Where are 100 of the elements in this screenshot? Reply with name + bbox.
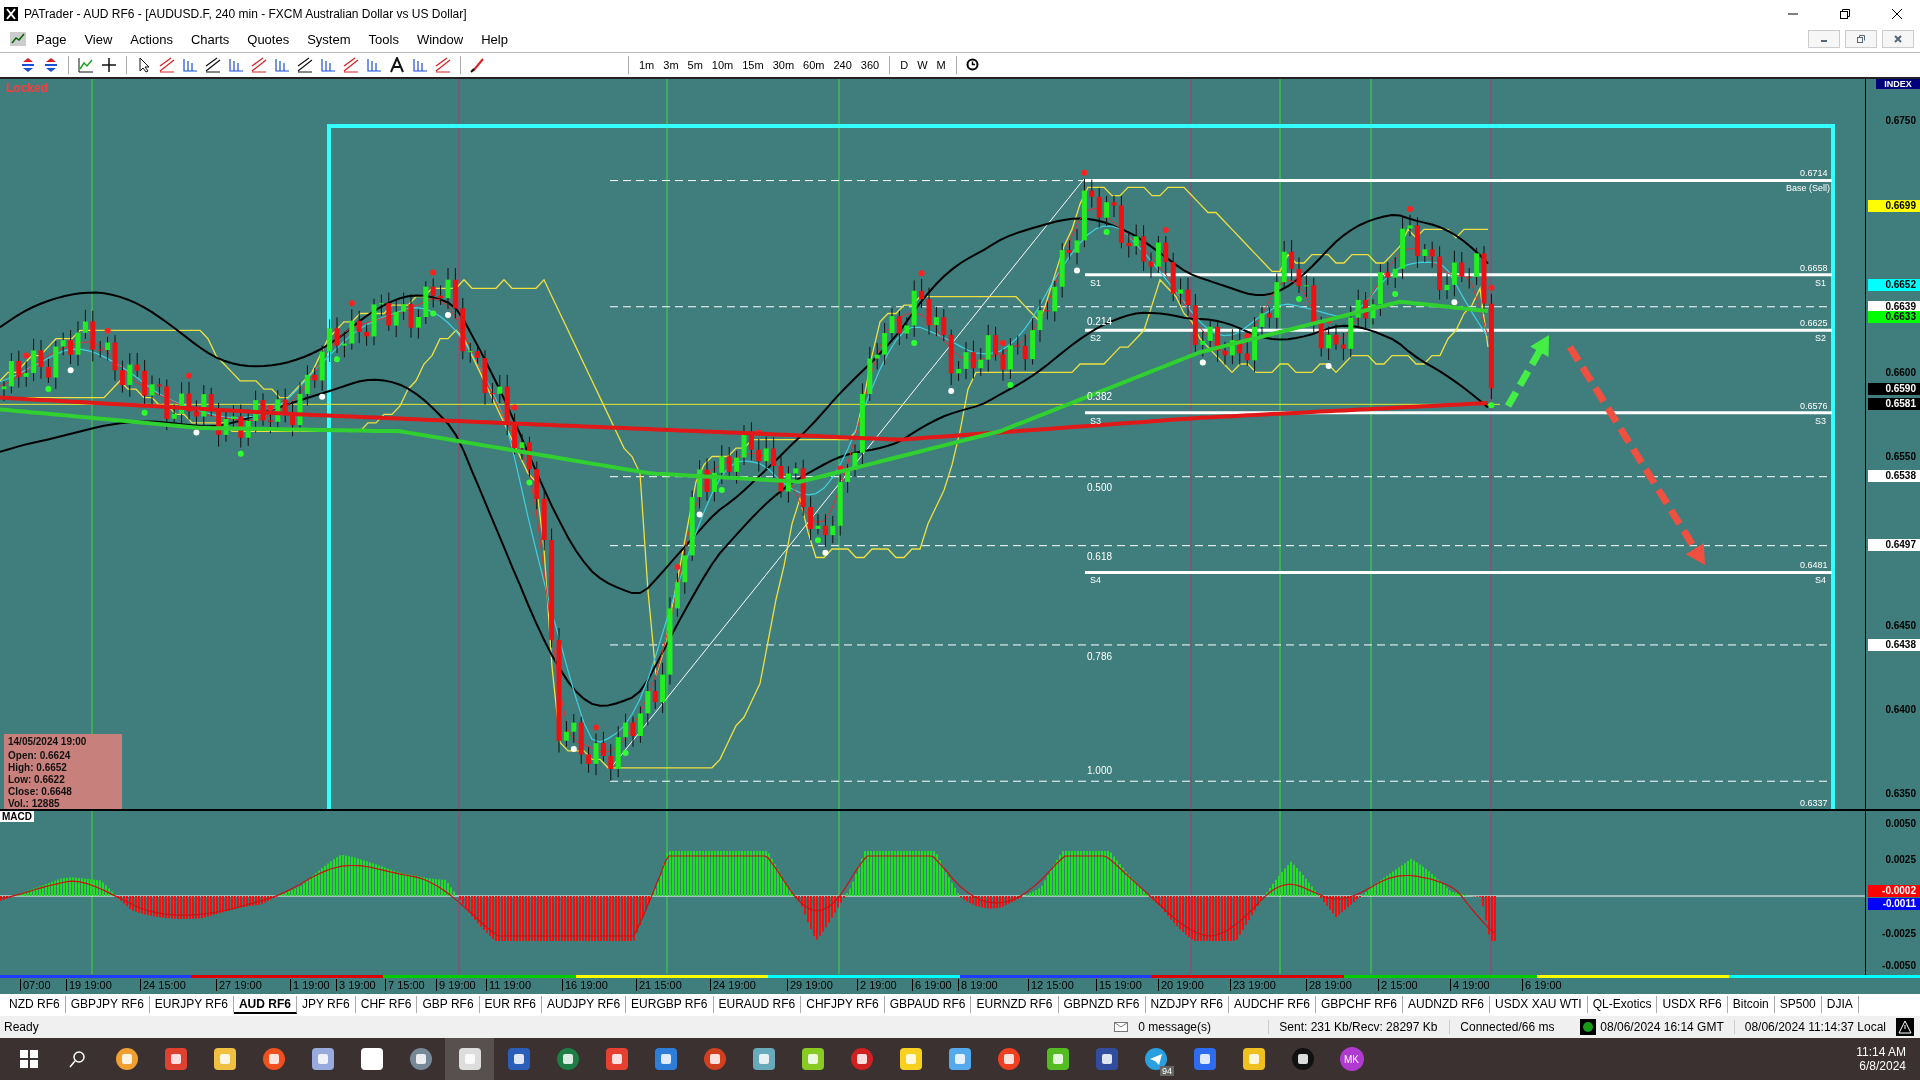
restore-icon xyxy=(1857,35,1865,44)
level-label: 0.6658 xyxy=(1800,262,1828,273)
taskbar-app[interactable] xyxy=(445,1038,494,1080)
macd-tag: -0.0002 xyxy=(1868,885,1920,898)
time-label: 20 19:00 xyxy=(1158,979,1204,992)
time-label: 19 19:00 xyxy=(66,979,112,992)
symbol-tab[interactable]: EUR RF6 xyxy=(479,996,542,1015)
timeframe-button[interactable]: 1m xyxy=(636,57,658,72)
price-tick: 0.6550 xyxy=(1885,450,1916,462)
timeframe-button[interactable]: 360 xyxy=(857,57,883,72)
crosshair-icon xyxy=(101,56,117,73)
symbol-tab[interactable]: QL-Exotics xyxy=(1587,996,1658,1015)
close-button[interactable] xyxy=(1882,30,1914,49)
clock-button[interactable] xyxy=(963,57,981,73)
symbol-tab[interactable]: SP500 xyxy=(1774,996,1822,1015)
symbol-tab[interactable]: CHFJPY RF6 xyxy=(801,996,885,1015)
time-label: 27 19:00 xyxy=(216,979,262,992)
symbol-tab[interactable]: USDX XAU WTI xyxy=(1490,996,1588,1015)
price-tick: 0.6600 xyxy=(1885,366,1916,378)
status-text: Ready xyxy=(3,1020,40,1035)
windows-icon xyxy=(19,1050,38,1068)
traffic-stats: Sent: 231 Kb/Recv: 28297 Kb xyxy=(1268,1020,1450,1035)
symbol-tab[interactable]: EURJPY RF6 xyxy=(149,996,234,1015)
menu-item[interactable]: Page xyxy=(28,29,75,49)
symbol-tab[interactable]: GBPCHF RF6 xyxy=(1316,996,1403,1015)
symbol-tab[interactable]: USDX RF6 xyxy=(1657,996,1728,1015)
trend-line-tool-button[interactable] xyxy=(203,55,223,74)
period-button[interactable]: M xyxy=(933,57,949,72)
taskbar-app[interactable]: 94 xyxy=(1131,1038,1180,1080)
symbol-tab[interactable]: GBP RF6 xyxy=(417,996,480,1015)
text-tool-button[interactable] xyxy=(387,55,407,74)
pointer-icon xyxy=(136,56,152,73)
symbol-tab[interactable]: AUDNZD RF6 xyxy=(1403,996,1491,1015)
time-label: 2 19:00 xyxy=(857,979,897,992)
symbol-tab[interactable]: EURGBP RF6 xyxy=(626,996,714,1015)
symbol-tab[interactable]: JPY RF6 xyxy=(296,996,356,1015)
fib-level-label: 1.000 xyxy=(1087,764,1113,776)
menu-item[interactable]: Tools xyxy=(360,29,407,49)
timeframe-button[interactable]: 60m xyxy=(800,57,828,72)
price-tick: 0.6750 xyxy=(1885,114,1916,126)
symbol-tab[interactable]: DJIA xyxy=(1821,996,1859,1015)
timeframe-button[interactable]: 3m xyxy=(660,57,682,72)
chart-tool-button[interactable] xyxy=(76,55,96,74)
info-line: Low: 0.6622 xyxy=(8,773,66,786)
fib-level-label: 0.214 xyxy=(1087,316,1113,328)
period-button[interactable]: W xyxy=(914,57,931,72)
window-title: PATrader - AUD RF6 - [AUDUSD.F, 240 min - FXCM Australian Dollar vs US Dollar] xyxy=(24,6,468,21)
symbol-tab[interactable]: GBPAUD RF6 xyxy=(884,996,972,1015)
info-date: 14/05/2024 19:00 xyxy=(8,735,88,748)
timeframe-button[interactable]: 240 xyxy=(830,57,855,72)
symbol-tab[interactable]: EURNZD RF6 xyxy=(971,996,1059,1015)
menu-item[interactable]: Help xyxy=(473,29,516,49)
symbol-tab[interactable]: EURAUD RF6 xyxy=(713,996,802,1015)
price-tag: 0.6639 xyxy=(1868,300,1920,313)
menu-item[interactable]: Window xyxy=(408,29,472,49)
timeframe-button[interactable]: 10m xyxy=(708,57,737,72)
menu-item[interactable]: System xyxy=(299,29,359,49)
price-tag: 0.6438 xyxy=(1868,638,1920,651)
symbol-tab[interactable]: AUDCHF RF6 xyxy=(1229,996,1316,1015)
taskbar-app[interactable]: MK xyxy=(1327,1038,1376,1080)
price-tag: 0.6699 xyxy=(1868,199,1920,212)
arrows-icon xyxy=(43,56,59,73)
crosshair-tool-button[interactable] xyxy=(99,55,119,74)
symbol-tab[interactable]: Bitcoin xyxy=(1727,996,1775,1015)
menu-item[interactable]: Quotes xyxy=(239,29,298,49)
time-label: 7 15:00 xyxy=(385,979,425,992)
timeframe-button[interactable]: 30m xyxy=(769,57,798,72)
symbol-tab[interactable]: GBPNZD RF6 xyxy=(1058,996,1146,1015)
info-line: Open: 0.6624 xyxy=(8,749,72,762)
macd-tick: 0.0050 xyxy=(1885,817,1916,829)
fib-level-label: 0.500 xyxy=(1087,481,1113,493)
warning-icon xyxy=(1896,1018,1914,1037)
menu-item[interactable]: View xyxy=(76,29,121,49)
indicator-label: MACD xyxy=(0,811,34,823)
symbol-tab[interactable]: GBPJPY RF6 xyxy=(65,996,150,1015)
level-label: 0.6714 xyxy=(1800,168,1828,179)
search-icon xyxy=(68,1050,87,1068)
period-button[interactable]: D xyxy=(897,57,912,72)
menu-item[interactable]: Actions xyxy=(122,29,181,49)
time-label: 8 19:00 xyxy=(958,979,998,992)
arrows-icon xyxy=(20,56,36,73)
notification-badge: 94 xyxy=(1160,1066,1174,1076)
menu-item[interactable]: Charts xyxy=(182,29,238,49)
symbol-tab[interactable]: NZD RF6 xyxy=(4,996,66,1015)
time-label: 4 19:00 xyxy=(1450,979,1490,992)
connection-indicator-icon xyxy=(1580,1019,1597,1036)
clock-date: 6/8/2024 xyxy=(1859,1059,1906,1073)
symbol-tab[interactable]: NZDJPY RF6 xyxy=(1145,996,1229,1015)
macd-tick: -0.0050 xyxy=(1882,959,1916,971)
level-label: 0.6481 xyxy=(1800,560,1828,571)
timeframe-button[interactable]: 5m xyxy=(684,57,706,72)
symbol-tab[interactable]: CHF RF6 xyxy=(355,996,418,1015)
price-tag: 0.6652 xyxy=(1868,278,1920,291)
symbol-tab[interactable]: AUDJPY RF6 xyxy=(541,996,627,1015)
status-label: Locked xyxy=(6,80,48,95)
level-label: Base (Sell) xyxy=(1786,183,1830,194)
timeframe-button[interactable]: 15m xyxy=(739,57,767,72)
time-label: 15 19:00 xyxy=(1096,979,1142,992)
time-label: 3 19:00 xyxy=(336,979,376,992)
symbol-tab[interactable]: AUD RF6 xyxy=(233,996,297,1015)
